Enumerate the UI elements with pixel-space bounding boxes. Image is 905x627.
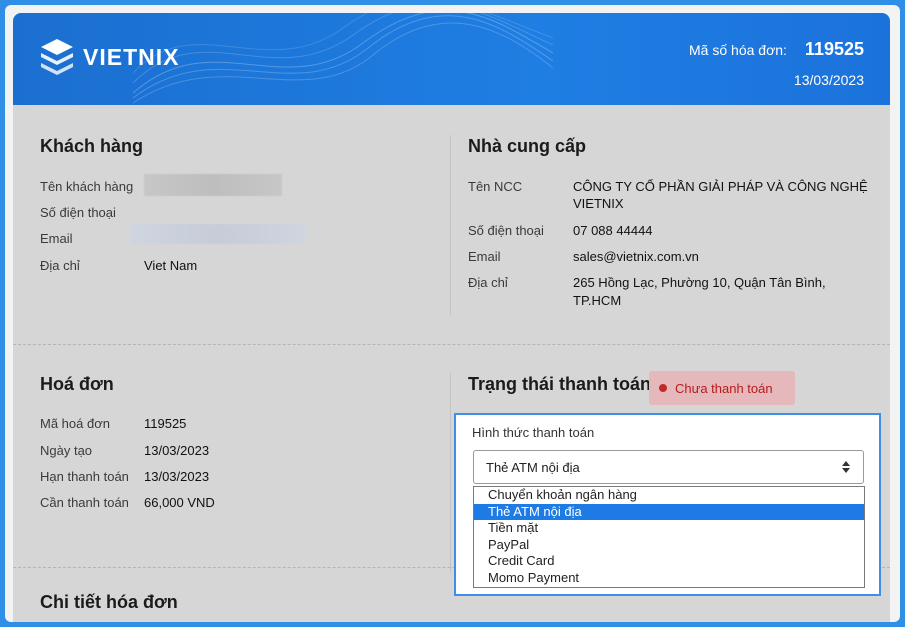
supplier-address-line2: TP.HCM (573, 293, 622, 308)
payment-status-text: Chưa thanh toán (675, 380, 773, 396)
payment-method-selected: Thẻ ATM nội địa (486, 459, 580, 475)
vietnix-logo: VIETNIX (39, 37, 179, 77)
payment-method-panel: Hình thức thanh toán Thẻ ATM nội địa Chu… (454, 413, 881, 596)
payment-option[interactable]: Tiền mặt (474, 520, 864, 537)
customer-title: Khách hàng (40, 136, 144, 156)
select-updown-icon (842, 461, 850, 473)
customer-info: Tên khách hàng Số điện thoại Email Địa c… (40, 174, 440, 289)
invoice-due: 13/03/2023 (144, 469, 210, 484)
customer-address-label: Địa chỉ (40, 258, 80, 273)
payment-option[interactable]: PayPal (474, 537, 864, 554)
invoice-date: 13/03/2023 (793, 72, 864, 88)
invoice-body: Khách hàng Tên khách hàng Số điện thoại … (13, 105, 890, 622)
invoice-created: 13/03/2023 (144, 443, 210, 458)
invoice-due-label: Hạn thanh toán (40, 469, 129, 484)
invoice-code-label: Mã hoá đơn (40, 416, 110, 431)
payment-option[interactable]: Credit Card (474, 553, 864, 570)
invoice-amount: 66,000 VND (144, 495, 215, 510)
customer-name-redacted (144, 174, 282, 196)
invoice-window: VIETNIX Mã số hóa đơn: 119525 13/03/2023… (5, 5, 900, 622)
supplier-email-label: Email (468, 249, 501, 264)
supplier-name-line2: VIETNIX (573, 196, 624, 211)
column-divider (450, 135, 451, 315)
customer-email-redacted (130, 224, 306, 244)
payment-status-title: Trạng thái thanh toán (468, 374, 651, 394)
brand-name: VIETNIX (83, 43, 180, 70)
payment-method-options: Chuyển khoản ngân hàng Thẻ ATM nội địa Tiề… (473, 486, 865, 588)
payment-method-label: Hình thức thanh toán (472, 425, 595, 440)
supplier-name-line1: CÔNG TY CỔ PHẦN GIẢI PHÁP VÀ CÔNG NGHỆ (573, 179, 868, 194)
supplier-phone-label: Số điện thoại (468, 223, 544, 238)
customer-name-label: Tên khách hàng (40, 179, 134, 194)
payment-method-select[interactable]: Thẻ ATM nội địa (473, 450, 864, 484)
invoice-info: Mã hoá đơn 119525 Ngày tạo 13/03/2023 Hạ… (40, 416, 440, 516)
invoice-code: 119525 (144, 416, 187, 431)
column-divider-lower (450, 373, 451, 573)
payment-option[interactable]: Momo Payment (474, 570, 864, 587)
payment-option[interactable]: Chuyển khoản ngân hàng (474, 487, 864, 504)
vietnix-logo-icon (41, 39, 73, 75)
supplier-info: Tên NCC CÔNG TY CỔ PHẦN GIẢI PHÁP VÀ CÔN… (468, 179, 878, 309)
invoice-created-label: Ngày tạo (40, 443, 93, 458)
invoice-amount-label: Cần thanh toán (40, 495, 129, 510)
customer-address: Viet Nam (144, 258, 198, 273)
header-waves-decoration (133, 13, 553, 104)
customer-phone-label: Số điện thoại (40, 205, 116, 220)
section-separator (13, 344, 890, 345)
supplier-email-link[interactable]: sales@vietnix.com.vn (573, 249, 699, 264)
invoice-number: 119525 (804, 39, 864, 59)
invoice-title: Hoá đơn (40, 374, 114, 394)
payment-status-badge: Chưa thanh toán (649, 371, 795, 405)
supplier-address-line1: 265 Hồng Lạc, Phường 10, Quận Tân Bình, (573, 275, 826, 290)
status-dot-icon (659, 384, 667, 392)
customer-email-label: Email (40, 231, 73, 246)
invoice-header: VIETNIX Mã số hóa đơn: 119525 13/03/2023 (13, 13, 890, 105)
invoice-number-label: Mã số hóa đơn: (689, 42, 787, 58)
supplier-title: Nhà cung cấp (468, 136, 587, 156)
supplier-address-label: Địa chỉ (468, 275, 508, 290)
invoice-number-block: Mã số hóa đơn: 119525 13/03/2023 (689, 39, 864, 88)
supplier-name-label: Tên NCC (468, 179, 523, 194)
supplier-phone: 07 088 44444 (573, 223, 653, 238)
payment-option[interactable]: Thẻ ATM nội địa (474, 503, 864, 520)
invoice-details-title: Chi tiết hóa đơn (40, 592, 178, 612)
